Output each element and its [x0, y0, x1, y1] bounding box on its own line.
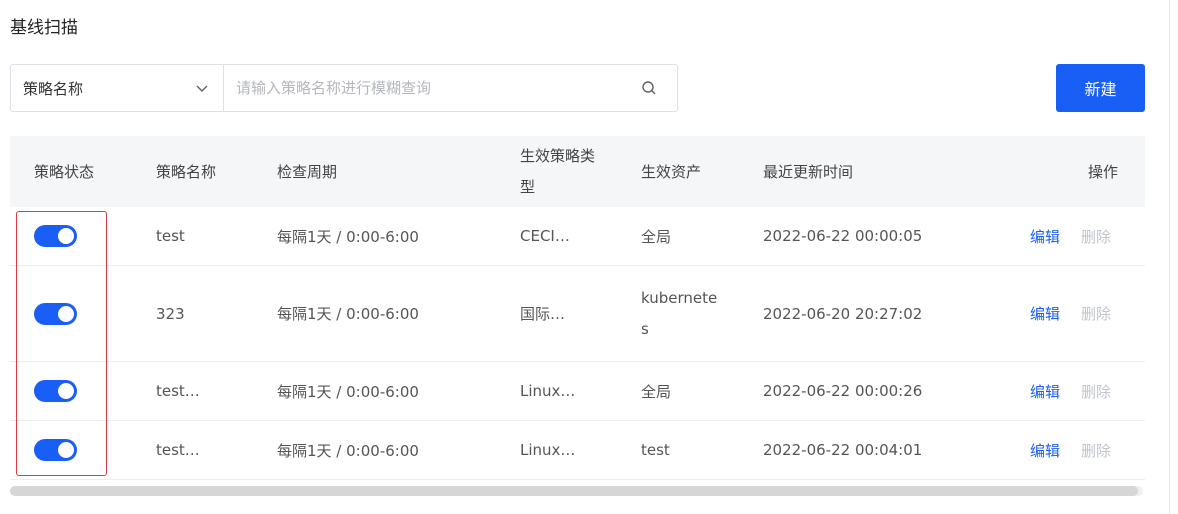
edit-link[interactable]: 编辑	[1030, 440, 1060, 461]
policy-table: 策略状态 策略名称 检查周期 生效策略类型 生效资产 最近更新时间 操作 tes…	[10, 136, 1145, 480]
check-period: 每隔1天 / 0:00-6:00	[277, 441, 419, 460]
policy-name: test…	[156, 382, 200, 400]
delete-link[interactable]: 删除	[1081, 381, 1111, 402]
status-toggle[interactable]	[34, 302, 77, 325]
effective-asset: 全局	[641, 227, 672, 246]
edit-link[interactable]: 编辑	[1030, 226, 1060, 247]
search-box	[224, 65, 677, 111]
row-actions: 编辑 删除	[1030, 440, 1111, 461]
delete-link[interactable]: 删除	[1081, 226, 1111, 247]
policy-type: Linux…	[520, 441, 576, 459]
filter-field-value: 策略名称	[23, 79, 84, 98]
updated-time: 2022-06-22 00:00:05	[763, 227, 923, 245]
edit-link[interactable]: 编辑	[1030, 303, 1060, 324]
policy-name: test…	[156, 441, 200, 459]
toggle-knob	[58, 228, 74, 244]
column-header-period: 检查周期	[277, 163, 338, 181]
table-row: 323 每隔1天 / 0:00-6:00 国际… kubernetes 2022…	[10, 266, 1145, 362]
effective-asset: kubernetes	[641, 288, 718, 338]
column-header-type: 生效策略类型	[520, 146, 596, 196]
updated-time: 2022-06-20 20:27:02	[763, 304, 923, 323]
status-toggle[interactable]	[34, 439, 77, 461]
updated-time: 2022-06-22 00:04:01	[763, 441, 923, 459]
chevron-down-icon	[195, 81, 209, 95]
status-toggle[interactable]	[34, 380, 77, 402]
check-period: 每隔1天 / 0:00-6:00	[277, 305, 419, 323]
column-header-name: 策略名称	[156, 163, 217, 181]
filter-field-select[interactable]: 策略名称	[11, 65, 224, 111]
scrollbar-thumb[interactable]	[10, 486, 1138, 496]
toggle-switch[interactable]	[34, 225, 77, 247]
new-policy-button[interactable]: 新建	[1056, 64, 1145, 112]
updated-time: 2022-06-22 00:00:26	[763, 382, 923, 400]
toggle-knob	[58, 305, 74, 322]
table-row: test 每隔1天 / 0:00-6:00 CECI… 全局 2022-06-2…	[10, 207, 1145, 266]
status-toggle[interactable]	[34, 225, 77, 247]
table-row: test… 每隔1天 / 0:00-6:00 Linux… test 2022-…	[10, 421, 1145, 480]
table-header: 策略状态 策略名称 检查周期 生效策略类型 生效资产 最近更新时间 操作	[10, 136, 1145, 207]
effective-asset: test	[641, 441, 670, 459]
policy-type: CECI…	[520, 227, 570, 245]
delete-link[interactable]: 删除	[1081, 303, 1111, 324]
row-actions: 编辑 删除	[1030, 381, 1111, 402]
column-header-actions: 操作	[1088, 163, 1119, 181]
toggle-switch[interactable]	[34, 302, 77, 325]
check-period: 每隔1天 / 0:00-6:00	[277, 227, 419, 246]
policy-name: 323	[156, 304, 185, 323]
row-actions: 编辑 删除	[1030, 226, 1111, 247]
toggle-switch[interactable]	[34, 439, 77, 461]
effective-asset: 全局	[641, 382, 672, 401]
policy-name: test	[156, 227, 185, 245]
policy-type: 国际…	[520, 305, 566, 323]
search-icon[interactable]	[641, 80, 657, 96]
delete-link[interactable]: 删除	[1081, 440, 1111, 461]
search-toolbar: 策略名称	[10, 64, 678, 112]
row-actions: 编辑 删除	[1030, 303, 1111, 324]
edit-link[interactable]: 编辑	[1030, 381, 1060, 402]
search-input[interactable]	[236, 79, 616, 97]
toggle-knob	[58, 383, 74, 399]
horizontal-scrollbar[interactable]	[10, 486, 1143, 496]
panel-border	[1169, 0, 1170, 514]
check-period: 每隔1天 / 0:00-6:00	[277, 382, 419, 401]
table-row: test… 每隔1天 / 0:00-6:00 Linux… 全局 2022-06…	[10, 362, 1145, 421]
toggle-knob	[58, 442, 74, 458]
page-title: 基线扫描	[10, 18, 78, 38]
toggle-switch[interactable]	[34, 380, 77, 402]
policy-type: Linux…	[520, 382, 576, 400]
column-header-updated: 最近更新时间	[763, 163, 854, 181]
column-header-asset: 生效资产	[641, 163, 702, 181]
column-header-status: 策略状态	[34, 163, 95, 181]
